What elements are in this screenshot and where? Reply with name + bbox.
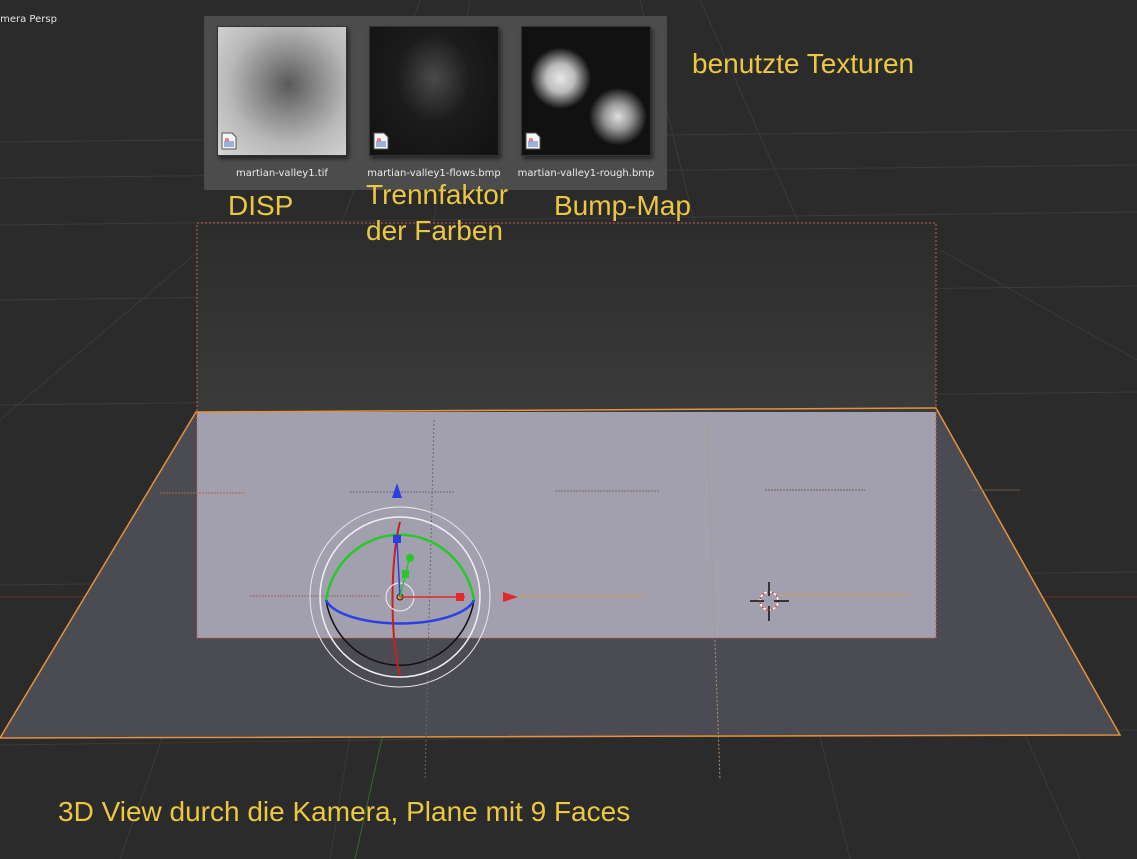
image-file-icon xyxy=(373,132,389,150)
image-file-icon xyxy=(525,132,541,150)
annotation-bump-map: Bump-Map xyxy=(554,190,691,221)
annotation-separation-line1: Trennfaktor xyxy=(366,179,509,210)
texture-thumbnail-rough[interactable]: martian-valley1-rough.bmp xyxy=(518,26,654,179)
texture-thumbnail-flows[interactable]: martian-valley1-flows.bmp xyxy=(367,26,501,179)
annotation-disp: DISP xyxy=(228,190,294,221)
camera-frame-top xyxy=(197,223,936,412)
annotation-caption: 3D View durch die Kamera, Plane mit 9 Fa… xyxy=(58,796,631,827)
texture-panel: martian-valley1.tif martian-valley1-flow… xyxy=(204,16,667,190)
annotation-used-textures: benutzte Texturen xyxy=(692,48,915,79)
texture-filename: martian-valley1-rough.bmp xyxy=(517,168,655,179)
annotation-separation-line2: der Farben xyxy=(366,215,503,246)
rendered-plane xyxy=(197,412,936,638)
3d-viewport[interactable]: Camera Persp martian-valley1.tif martian… xyxy=(0,0,1137,859)
view-mode-label: Camera Persp xyxy=(0,14,57,25)
image-file-icon xyxy=(221,132,237,150)
texture-filename: martian-valley1.tif xyxy=(236,168,328,179)
texture-thumbnail-disp[interactable]: martian-valley1.tif xyxy=(217,26,347,179)
